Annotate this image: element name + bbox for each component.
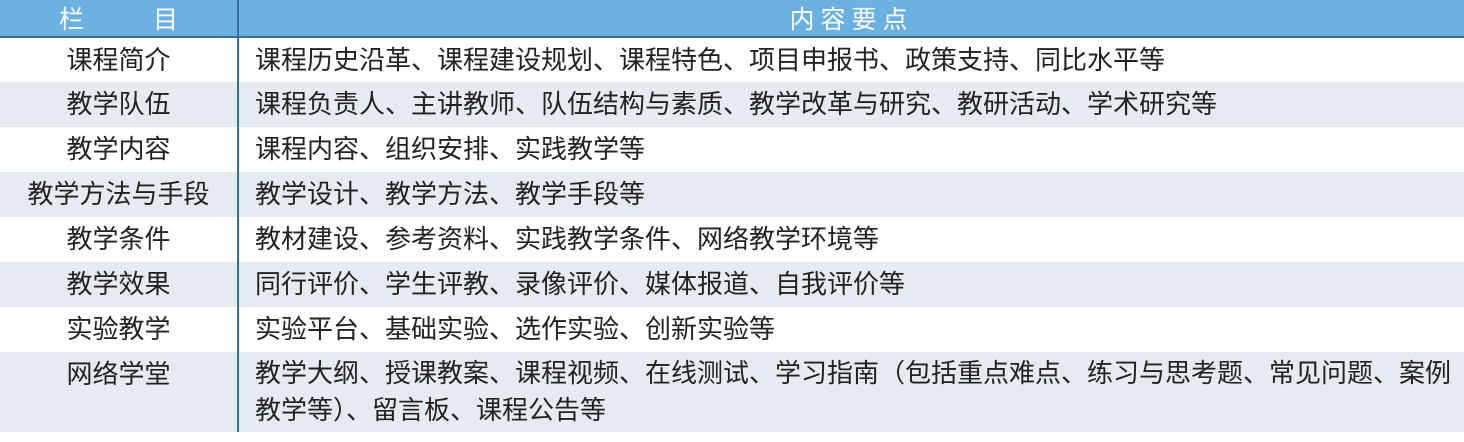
table-row: 教学队伍 课程负责人、主讲教师、队伍结构与素质、教学改革与研究、教研活动、学术研… [0, 82, 1464, 127]
row-item: 网络学堂 [0, 352, 239, 432]
row-item: 教学内容 [0, 127, 239, 172]
table-row: 教学内容 课程内容、组织安排、实践教学等 [0, 127, 1464, 172]
row-item: 教学队伍 [0, 82, 239, 127]
table-row: 实验教学 实验平台、基础实验、选作实验、创新实验等 [0, 307, 1464, 352]
column-header-content: 内容要点 [238, 0, 1464, 38]
table-row: 教学效果 同行评价、学生评教、录像评价、媒体报道、自我评价等 [0, 262, 1464, 307]
row-content: 同行评价、学生评教、录像评价、媒体报道、自我评价等 [255, 270, 906, 300]
row-content: 教学设计、教学方法、教学手段等 [255, 180, 646, 210]
table-row: 网络学堂 教学大纲、授课教案、课程视频、在线测试、学习指南（包括重点难点、练习与… [0, 352, 1464, 432]
row-content: 课程内容、组织安排、实践教学等 [255, 135, 646, 165]
row-content: 教材建设、参考资料、实践教学条件、网络教学环境等 [255, 225, 880, 255]
table-row: 教学条件 教材建设、参考资料、实践教学条件、网络教学环境等 [0, 217, 1464, 262]
row-content: 实验平台、基础实验、选作实验、创新实验等 [255, 315, 776, 345]
table-row: 课程简介 课程历史沿革、课程建设规划、课程特色、项目申报书、政策支持、同比水平等 [0, 37, 1464, 82]
row-item: 教学效果 [0, 262, 239, 307]
table-header-row: 栏 目 内容要点 [0, 0, 1464, 38]
row-item: 课程简介 [0, 37, 239, 82]
row-content: 课程负责人、主讲教师、队伍结构与素质、教学改革与研究、教研活动、学术研究等 [255, 90, 1218, 120]
row-item: 实验教学 [0, 307, 239, 352]
row-item: 教学条件 [0, 217, 239, 262]
row-item: 教学方法与手段 [0, 172, 239, 217]
content-table: 栏 目 内容要点 课程简介 课程历史沿革、课程建设规划、课程特色、项目申报书、政… [0, 0, 1464, 432]
row-content: 课程历史沿革、课程建设规划、课程特色、项目申报书、政策支持、同比水平等 [255, 46, 1166, 76]
column-header-section: 栏 目 [0, 0, 239, 38]
table-row: 教学方法与手段 教学设计、教学方法、教学手段等 [0, 172, 1464, 217]
row-content: 教学大纲、授课教案、课程视频、在线测试、学习指南（包括重点难点、练习与思考题、常… [255, 359, 1452, 426]
